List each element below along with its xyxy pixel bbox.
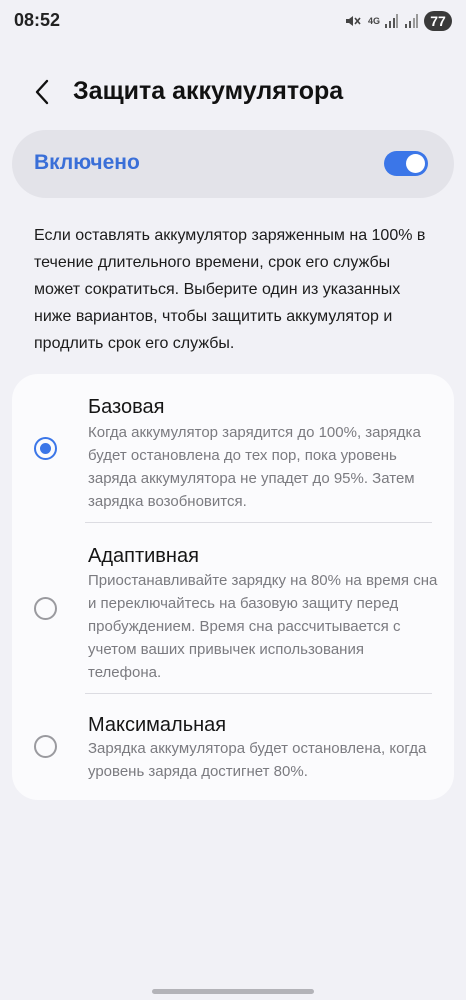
signal-icon bbox=[405, 14, 418, 28]
option-adaptive[interactable]: Адаптивная Приостанавливайте зарядку на … bbox=[12, 523, 454, 693]
option-basic[interactable]: Базовая Когда аккумулятор зарядится до 1… bbox=[12, 374, 454, 520]
status-bar: 08:52 4G 77 bbox=[0, 0, 466, 44]
mute-icon bbox=[345, 16, 361, 26]
option-maximum[interactable]: Максимальная Зарядка аккумулятора будет … bbox=[12, 694, 454, 800]
header: Защита аккумулятора bbox=[0, 68, 466, 116]
master-toggle[interactable] bbox=[384, 151, 428, 176]
radio-basic[interactable] bbox=[34, 437, 57, 460]
toggle-knob bbox=[406, 154, 425, 173]
status-time: 08:52 bbox=[14, 10, 61, 30]
description-text: Если оставлять аккумулятор заряженным на… bbox=[34, 227, 426, 352]
battery-badge: 77 bbox=[424, 11, 452, 31]
option-maximum-title: Максимальная bbox=[88, 714, 227, 736]
chevron-left-icon bbox=[35, 79, 49, 105]
option-maximum-description: Зарядка аккумулятора будет остановлена, … bbox=[88, 740, 427, 780]
master-switch-label: Включено bbox=[34, 151, 140, 174]
option-adaptive-description: Приостанавливайте зарядку на 80% на врем… bbox=[88, 572, 438, 681]
back-button[interactable] bbox=[28, 78, 56, 106]
options-card: Базовая Когда аккумулятор зарядится до 1… bbox=[12, 374, 454, 800]
option-adaptive-title: Адаптивная bbox=[88, 545, 199, 567]
signal-icon bbox=[385, 14, 398, 28]
master-switch-row[interactable]: Включено bbox=[12, 130, 454, 198]
network-type-label: 4G bbox=[367, 15, 380, 26]
status-icons: 4G 77 bbox=[344, 11, 452, 31]
radio-adaptive[interactable] bbox=[34, 597, 57, 620]
radio-maximum[interactable] bbox=[34, 735, 57, 758]
option-basic-description: Когда аккумулятор зарядится до 100%, зар… bbox=[88, 424, 421, 510]
home-indicator[interactable] bbox=[152, 989, 314, 994]
page-title: Защита аккумулятора bbox=[73, 77, 344, 105]
option-basic-title: Базовая bbox=[88, 396, 165, 418]
